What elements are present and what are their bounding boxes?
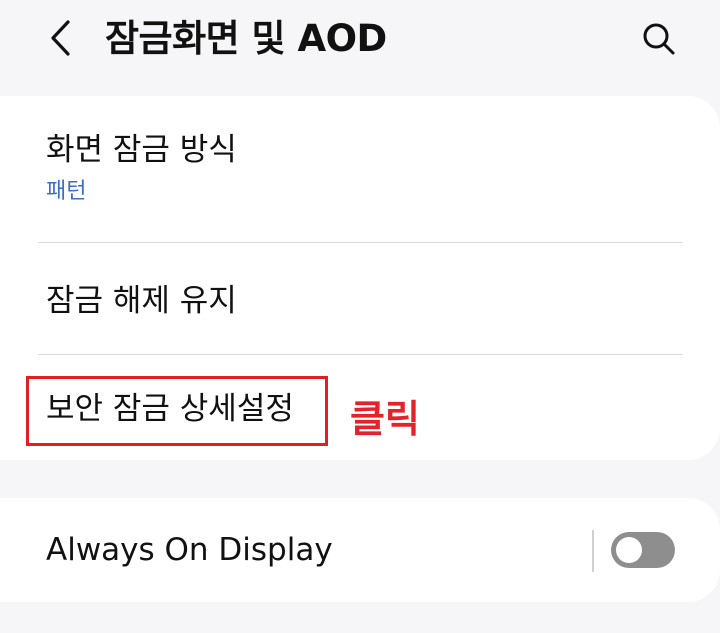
- click-annotation: 클릭: [350, 397, 420, 441]
- aod-label: Always On Display: [46, 532, 333, 568]
- chevron-left-icon: [51, 20, 70, 56]
- keep-unlocked-item[interactable]: 잠금 해제 유지: [0, 243, 720, 355]
- back-button[interactable]: [38, 16, 82, 60]
- app-header: 잠금화면 및 AOD: [0, 0, 720, 90]
- highlight-box: [26, 376, 328, 446]
- toggle-knob: [616, 537, 642, 563]
- screen-lock-type-item[interactable]: 화면 잠금 방식 패턴: [0, 96, 720, 242]
- screen-lock-type-label: 화면 잠금 방식: [46, 132, 237, 168]
- screen-lock-type-value: 패턴: [46, 179, 87, 204]
- aod-toggle[interactable]: [611, 532, 675, 568]
- page-title: 잠금화면 및 AOD: [105, 17, 387, 60]
- search-icon: [643, 23, 675, 55]
- search-button[interactable]: [634, 14, 684, 64]
- toggle-separator: [592, 530, 594, 572]
- keep-unlocked-label: 잠금 해제 유지: [46, 283, 237, 319]
